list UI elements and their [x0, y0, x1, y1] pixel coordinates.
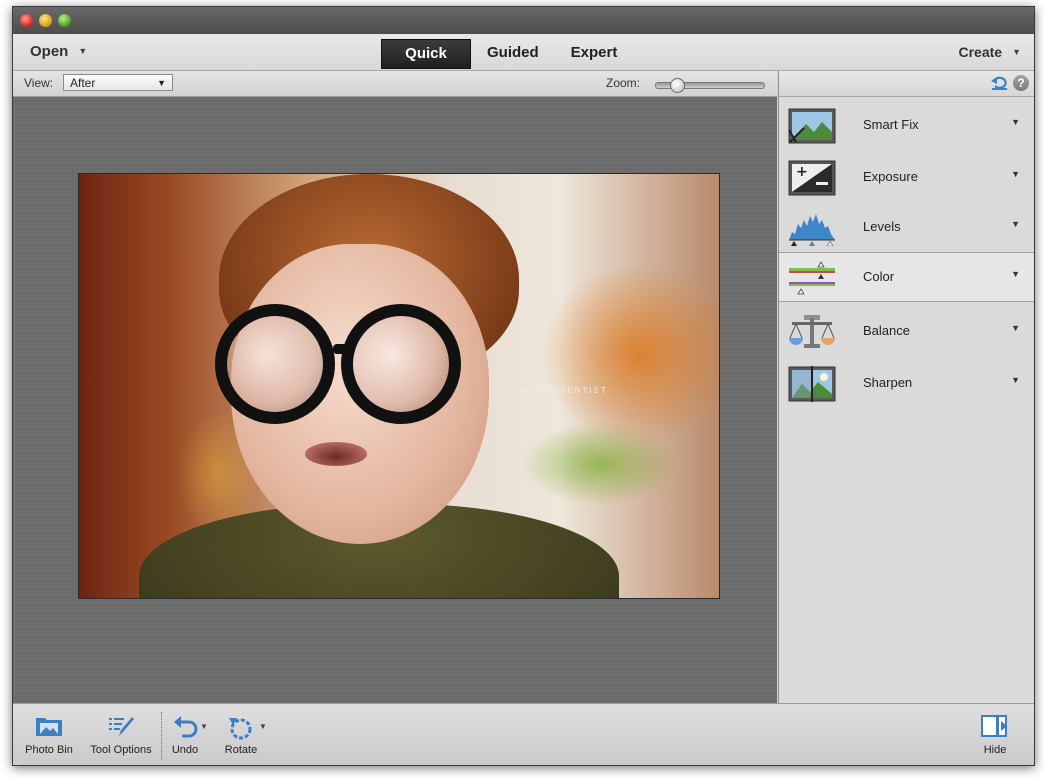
view-select-value: After [70, 76, 96, 90]
chevron-down-icon: ▼ [1011, 169, 1020, 179]
create-menu[interactable]: Create ▼ [958, 44, 1021, 60]
chevron-down-icon: ▼ [1011, 323, 1020, 333]
chevron-down-icon: ▼ [78, 46, 88, 56]
photo-bin-icon [36, 718, 62, 736]
chevron-down-icon[interactable]: ▼ [259, 722, 267, 731]
rotate-icon [229, 718, 252, 740]
chevron-down-icon: ▼ [1012, 47, 1021, 57]
tab-guided[interactable]: Guided [471, 39, 555, 67]
photo-overlay-text: MAD SCIENTIST [520, 386, 608, 395]
tool-options-button[interactable]: Tool Options [85, 704, 157, 765]
hide-label: Hide [983, 744, 1007, 756]
panel-header: ? [779, 71, 1034, 97]
panel-item-sharpen[interactable]: Sharpen ▼ [779, 359, 1034, 409]
zoom-slider-thumb[interactable] [670, 78, 685, 93]
sharpen-icon [788, 366, 836, 402]
photo-bin-label: Photo Bin [25, 744, 73, 756]
tool-options-label: Tool Options [90, 744, 152, 756]
panel-item-color[interactable]: Color ▼ [779, 252, 1034, 302]
chevron-down-icon: ▼ [1011, 219, 1020, 229]
panel-item-exposure[interactable]: + Exposure ▼ [779, 153, 1034, 203]
reset-icon[interactable] [991, 75, 1008, 91]
chevron-down-icon: ▼ [1011, 375, 1020, 385]
smart-fix-icon [788, 108, 836, 144]
zoom-label: Zoom: [606, 76, 641, 90]
chevron-down-icon: ▼ [157, 78, 166, 88]
view-label: View: [24, 76, 54, 90]
bottom-toolbar: Photo Bin Tool Options Undo ▼ Rotate ▼ H… [13, 703, 1034, 765]
levels-label: Levels [863, 219, 901, 234]
mode-bar: Open ▼ Quick Guided Expert Create ▼ [13, 34, 1034, 71]
balance-label: Balance [863, 323, 910, 338]
photo-bin-button[interactable]: Photo Bin [19, 704, 79, 765]
undo-icon [174, 716, 198, 738]
open-menu[interactable]: Open ▼ [30, 43, 87, 60]
mode-tabs: Quick Guided Expert [381, 39, 634, 69]
tool-options-icon [109, 717, 134, 736]
exposure-icon: + [788, 160, 836, 196]
levels-icon [789, 214, 835, 246]
exposure-label: Exposure [863, 169, 918, 184]
balance-icon [789, 315, 835, 348]
rotate-button[interactable]: Rotate [218, 704, 264, 765]
panel-item-smart-fix[interactable]: Smart Fix ▼ [779, 101, 1034, 151]
hide-panel-icon [981, 715, 1007, 737]
panel-item-balance[interactable]: Balance ▼ [779, 307, 1034, 357]
zoom-window-button[interactable] [58, 14, 71, 27]
sharpen-label: Sharpen [863, 375, 913, 390]
panel-item-levels[interactable]: Levels ▼ [779, 203, 1034, 253]
color-label: Color [863, 269, 895, 284]
close-window-button[interactable] [20, 14, 33, 27]
chevron-down-icon: ▼ [1011, 269, 1020, 279]
color-icon [789, 261, 835, 295]
photo-preview: MAD SCIENTIST [78, 173, 720, 599]
help-icon[interactable]: ? [1013, 75, 1029, 91]
open-menu-label: Open [30, 43, 69, 60]
rotate-label: Rotate [224, 744, 258, 756]
app-window: Open ▼ Quick Guided Expert Create ▼ View: … [12, 6, 1035, 766]
hide-panel-button[interactable]: Hide [973, 704, 1017, 765]
title-bar [13, 7, 1034, 34]
zoom-slider[interactable] [655, 78, 765, 93]
tab-quick[interactable]: Quick [381, 39, 471, 69]
minimize-window-button[interactable] [39, 14, 52, 27]
options-bar: View: After ▼ Zoom: [13, 71, 777, 97]
smart-fix-label: Smart Fix [863, 117, 919, 132]
adjustments-panel: ? Smart Fix ▼ + Exposure ▼ Levels ▼ Colo… [778, 71, 1034, 703]
toolbar-divider [161, 712, 162, 760]
svg-text:+: + [796, 164, 808, 180]
chevron-down-icon: ▼ [1011, 117, 1020, 127]
image-canvas[interactable]: MAD SCIENTIST [13, 97, 777, 703]
view-select[interactable]: After ▼ [63, 74, 173, 91]
undo-label: Undo [171, 744, 199, 756]
tab-expert[interactable]: Expert [555, 39, 634, 67]
undo-button[interactable]: Undo [165, 704, 205, 765]
chevron-down-icon[interactable]: ▼ [200, 722, 208, 731]
create-menu-label: Create [958, 44, 1003, 60]
